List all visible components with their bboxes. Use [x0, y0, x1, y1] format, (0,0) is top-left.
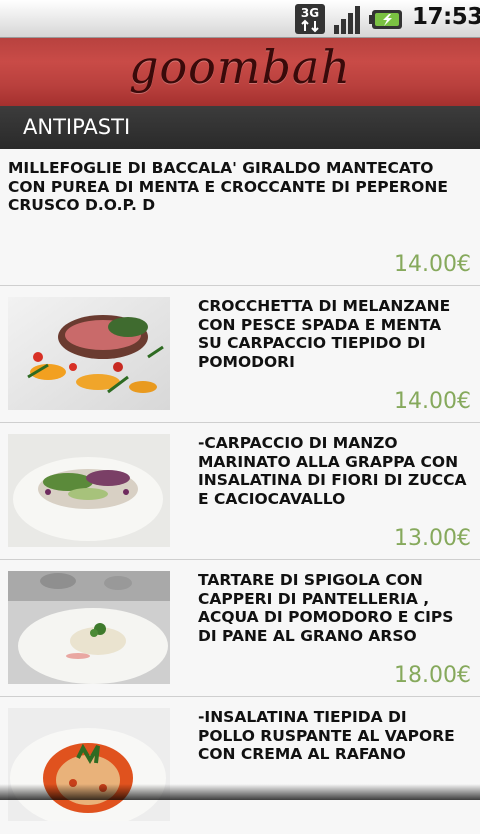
menu-item[interactable]: -INSALATINA TIEPIDA DI POLLO RUSPANTE AL… [0, 697, 480, 834]
sea-bass-tartare-photo [8, 571, 170, 684]
chicken-salad-photo [8, 708, 170, 821]
menu-item[interactable]: -CARPACCIO DI MANZO MARINATO ALLA GRAPPA… [0, 423, 480, 560]
status-time: 17:53 [412, 4, 480, 30]
network-3g-icon: 3G [295, 4, 325, 34]
app-bar: goombah [0, 38, 480, 106]
menu-item-name: -INSALATINA TIEPIDA DI POLLO RUSPANTE AL… [198, 708, 455, 763]
scroll-fade [0, 784, 480, 800]
menu-item[interactable]: MILLEFOGLIE DI BACCALA' GIRALDO MANTECAT… [0, 149, 480, 286]
section-header: ANTIPASTI [0, 106, 480, 149]
menu-item-price: 18.00€ [394, 663, 471, 688]
section-title: ANTIPASTI [23, 115, 131, 139]
app-logo: goombah [129, 40, 351, 94]
menu-item-price: 14.00€ [394, 252, 471, 277]
signal-icon [334, 6, 360, 34]
menu-item-name: -CARPACCIO DI MANZO MARINATO ALLA GRAPPA… [198, 434, 467, 508]
swordfish-dish-photo [8, 297, 170, 410]
menu-item[interactable]: TARTARE DI SPIGOLA CON CAPPERI DI PANTEL… [0, 560, 480, 697]
menu-item-name: MILLEFOGLIE DI BACCALA' GIRALDO MANTECAT… [8, 159, 448, 214]
menu-item-name: TARTARE DI SPIGOLA CON CAPPERI DI PANTEL… [198, 571, 454, 645]
menu-item-price: 14.00€ [394, 389, 471, 414]
svg-text:3G: 3G [301, 6, 319, 20]
menu-item[interactable]: CROCCHETTA DI MELANZANE CON PESCE SPADA … [0, 286, 480, 423]
menu-item-name: CROCCHETTA DI MELANZANE CON PESCE SPADA … [198, 297, 451, 371]
battery-charging-icon [369, 10, 402, 29]
menu-item-price: 13.00€ [394, 526, 471, 551]
beef-carpaccio-photo [8, 434, 170, 547]
status-bar: 3G 17:53 [0, 0, 480, 38]
